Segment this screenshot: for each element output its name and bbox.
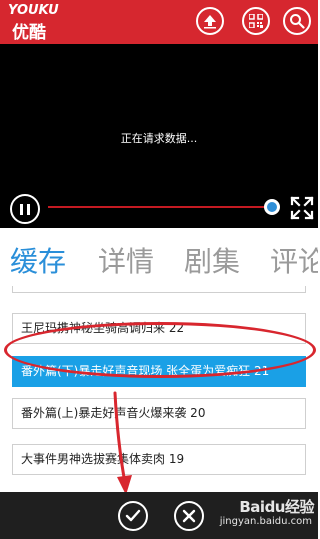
cancel-button[interactable] bbox=[174, 501, 204, 531]
checkmark-icon bbox=[125, 509, 141, 522]
fullscreen-icon bbox=[290, 196, 314, 220]
list-item-selected[interactable]: 番外篇(下)暴走好声音现场 张全蛋为爱痴狂 21 bbox=[12, 356, 306, 387]
search-button[interactable] bbox=[283, 7, 311, 35]
watermark-url: jingyan.baidu.com bbox=[219, 516, 312, 527]
confirm-button[interactable] bbox=[118, 501, 148, 531]
video-player[interactable]: 正在请求数据... bbox=[0, 44, 318, 228]
close-icon bbox=[182, 509, 196, 523]
upload-icon bbox=[204, 15, 216, 29]
tab-comments[interactable]: 评论 bbox=[270, 240, 318, 280]
bottom-app-bar: Baidu经验 jingyan.baidu.com bbox=[0, 492, 318, 539]
qr-code-icon bbox=[249, 14, 263, 28]
list-item[interactable] bbox=[12, 286, 306, 293]
progress-thumb[interactable] bbox=[264, 199, 280, 215]
pause-button[interactable] bbox=[10, 194, 40, 224]
upload-button[interactable] bbox=[196, 7, 224, 35]
app-header: YOUKU 优酷 bbox=[0, 0, 318, 44]
logo-english-text: YOUKU bbox=[8, 3, 59, 18]
watermark-text: Baidu经验 bbox=[239, 498, 314, 516]
youku-logo: YOUKU 优酷 bbox=[8, 3, 78, 43]
fullscreen-button[interactable] bbox=[290, 196, 314, 220]
list-item[interactable]: 番外篇(上)暴走好声音火爆来袭 20 bbox=[12, 398, 306, 429]
tab-cache[interactable]: 缓存 bbox=[10, 240, 66, 280]
list-item[interactable]: 王尼玛携神秘坐骑高调归来 22 bbox=[12, 313, 306, 344]
logo-chinese-text: 优酷 bbox=[12, 23, 46, 43]
tab-bar: 缓存 详情 剧集 评论 bbox=[0, 228, 318, 286]
search-icon bbox=[290, 14, 305, 29]
loading-message: 正在请求数据... bbox=[120, 132, 198, 145]
qr-code-button[interactable] bbox=[242, 7, 270, 35]
progress-track[interactable] bbox=[48, 206, 270, 208]
tab-episodes[interactable]: 剧集 bbox=[184, 240, 240, 280]
tab-details[interactable]: 详情 bbox=[98, 240, 154, 280]
episode-list: 王尼玛携神秘坐骑高调归来 22 番外篇(下)暴走好声音现场 张全蛋为爱痴狂 21… bbox=[0, 286, 318, 492]
list-item[interactable]: 大事件男神选拔赛集体卖肉 19 bbox=[12, 444, 306, 475]
